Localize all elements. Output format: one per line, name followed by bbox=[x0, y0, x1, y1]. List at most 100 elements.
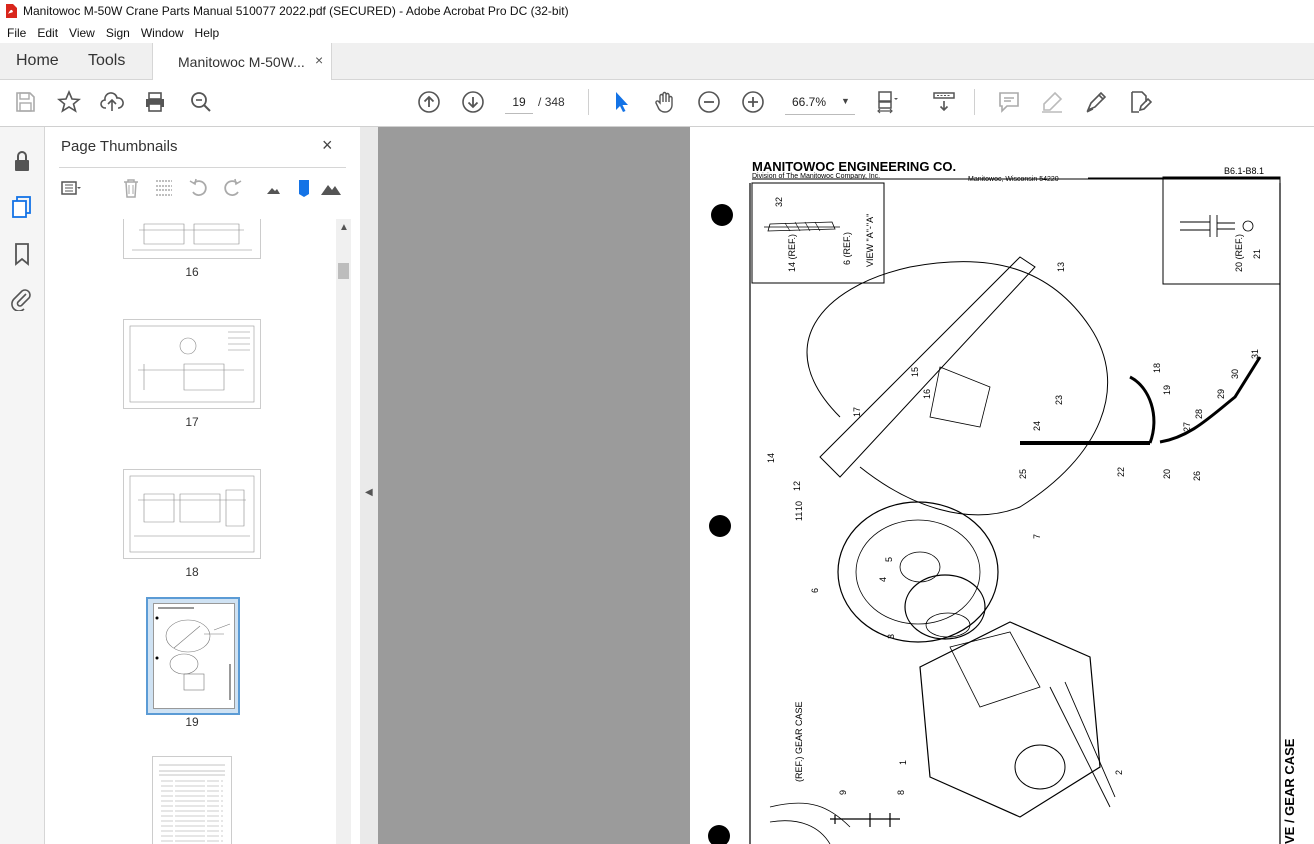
page-number-input[interactable]: 19 bbox=[505, 91, 533, 114]
bookmark-icon[interactable] bbox=[10, 242, 34, 266]
zoom-out-icon[interactable] bbox=[697, 90, 721, 114]
menu-help[interactable]: Help bbox=[195, 26, 220, 40]
callout: 14 (REF.) bbox=[787, 234, 797, 272]
thumbnail-drawing bbox=[159, 764, 225, 842]
callout: 13 bbox=[1056, 262, 1066, 272]
callout: 16 bbox=[922, 389, 932, 399]
rotate-right-icon[interactable] bbox=[221, 177, 243, 199]
draw-pen-icon[interactable] bbox=[1084, 90, 1108, 114]
highlight-pen-icon[interactable] bbox=[1040, 90, 1064, 114]
collapse-panel-icon[interactable]: ◀ bbox=[365, 487, 373, 498]
tab-bar: Home Tools Manitowoc M-50W... × bbox=[0, 43, 1314, 80]
acrobat-icon bbox=[6, 4, 17, 18]
select-cursor-icon[interactable] bbox=[609, 90, 633, 114]
chevron-down-icon: ▼ bbox=[841, 96, 850, 106]
side-title: VE / GEAR CASE bbox=[1282, 738, 1297, 844]
upload-icon[interactable] bbox=[100, 90, 124, 114]
thumbnail-page-16[interactable] bbox=[123, 219, 261, 259]
comment-icon[interactable] bbox=[997, 90, 1021, 114]
callout: 22 bbox=[1116, 467, 1126, 477]
left-rail bbox=[0, 127, 45, 844]
callout: 25 bbox=[1018, 469, 1028, 479]
insert-page-icon[interactable] bbox=[153, 177, 175, 199]
mountain-small-icon[interactable] bbox=[262, 177, 284, 199]
bookmark-star-icon[interactable] bbox=[57, 90, 81, 114]
menu-edit[interactable]: Edit bbox=[37, 26, 58, 40]
thumbnail-page-19-selected[interactable] bbox=[146, 597, 240, 715]
next-page-icon[interactable] bbox=[461, 90, 485, 114]
zoom-in-icon[interactable] bbox=[741, 90, 765, 114]
callout: 7 bbox=[1032, 534, 1042, 539]
callout: 5 bbox=[884, 557, 894, 562]
thumbnails-panel: Page Thumbnails × 16 17 18 19 ▲ bbox=[45, 127, 360, 844]
zoom-select[interactable]: 66.7% ▼ bbox=[785, 90, 855, 115]
thumbnail-marker-icon[interactable] bbox=[293, 177, 315, 199]
callout: 21 bbox=[1252, 249, 1262, 259]
ref-code: B6.1-B8.1 bbox=[1224, 166, 1264, 176]
lock-icon[interactable] bbox=[10, 149, 34, 173]
print-icon[interactable] bbox=[143, 90, 167, 114]
mountain-large-icon[interactable] bbox=[320, 177, 342, 199]
thumbnail-drawing bbox=[132, 223, 252, 251]
callout: 11 bbox=[794, 512, 804, 521]
zoom-search-icon[interactable] bbox=[189, 90, 213, 114]
callout: 20 bbox=[1162, 469, 1172, 479]
parts-drawing: MANITOWOC ENGINEERING CO. Division of Th… bbox=[708, 159, 1297, 844]
panel-splitter[interactable]: ◀ bbox=[360, 127, 378, 844]
menu-view[interactable]: View bbox=[69, 26, 95, 40]
panel-divider bbox=[59, 167, 346, 168]
binder-hole bbox=[711, 204, 733, 226]
callout: 15 bbox=[910, 367, 920, 377]
document-viewer bbox=[378, 127, 690, 844]
tab-document[interactable]: Manitowoc M-50W... × bbox=[152, 43, 332, 80]
thumbnail-label: 17 bbox=[185, 415, 199, 429]
toolbar-divider bbox=[588, 89, 589, 115]
toolbar-divider bbox=[974, 89, 975, 115]
callout: 23 bbox=[1054, 395, 1064, 405]
attachment-icon[interactable] bbox=[10, 287, 34, 311]
tab-home[interactable]: Home bbox=[16, 52, 59, 70]
rotate-left-icon[interactable] bbox=[188, 177, 210, 199]
callout: 27 bbox=[1182, 422, 1192, 432]
title-bar: Manitowoc M-50W Crane Parts Manual 51007… bbox=[0, 0, 1314, 22]
menu-sign[interactable]: Sign bbox=[106, 26, 130, 40]
options-menu-icon[interactable] bbox=[60, 177, 82, 199]
save-icon[interactable] bbox=[13, 90, 37, 114]
delete-icon[interactable] bbox=[120, 177, 142, 199]
panel-scrollbar[interactable]: ▲ bbox=[336, 219, 351, 844]
page-thumbnails-icon[interactable] bbox=[10, 195, 34, 219]
hand-tool-icon[interactable] bbox=[653, 90, 677, 114]
scroll-up-icon[interactable]: ▲ bbox=[339, 222, 349, 233]
scroll-mode-icon[interactable] bbox=[932, 90, 956, 114]
callout: 28 bbox=[1194, 409, 1204, 419]
company-name: MANITOWOC ENGINEERING CO. bbox=[752, 159, 956, 174]
thumbnail-drawing bbox=[129, 325, 255, 403]
panel-title: Page Thumbnails bbox=[61, 138, 178, 155]
thumbnail-drawing bbox=[155, 607, 231, 700]
thumbnail-page-18[interactable] bbox=[123, 469, 261, 559]
callout: 1 bbox=[898, 760, 908, 765]
thumbnail-page-19 bbox=[153, 603, 235, 709]
menu-file[interactable]: File bbox=[7, 26, 26, 40]
scrollbar-thumb[interactable] bbox=[338, 263, 349, 279]
thumbnail-page-17[interactable] bbox=[123, 319, 261, 409]
callout: 4 bbox=[878, 577, 888, 582]
callout: 17 bbox=[852, 407, 862, 417]
callout: 19 bbox=[1162, 385, 1172, 395]
page-fit-icon[interactable] bbox=[876, 90, 900, 114]
tab-close-button[interactable]: × bbox=[315, 52, 323, 68]
previous-page-icon[interactable] bbox=[417, 90, 441, 114]
panel-close-button[interactable]: × bbox=[322, 135, 333, 156]
callout: 20 (REF.) bbox=[1234, 234, 1244, 272]
callout: 26 bbox=[1192, 471, 1202, 481]
tab-tools[interactable]: Tools bbox=[88, 52, 125, 70]
pdf-page: MANITOWOC ENGINEERING CO. Division of Th… bbox=[690, 127, 1314, 844]
zoom-value: 66.7% bbox=[792, 95, 827, 109]
callout: 9 bbox=[838, 790, 848, 795]
edit-pdf-icon[interactable] bbox=[1128, 90, 1152, 114]
callout: 32 bbox=[774, 197, 784, 207]
menu-window[interactable]: Window bbox=[141, 26, 184, 40]
thumbnail-page-20[interactable] bbox=[152, 756, 232, 844]
thumbnail-label: 18 bbox=[185, 565, 199, 579]
thumbnail-drawing bbox=[129, 475, 255, 553]
